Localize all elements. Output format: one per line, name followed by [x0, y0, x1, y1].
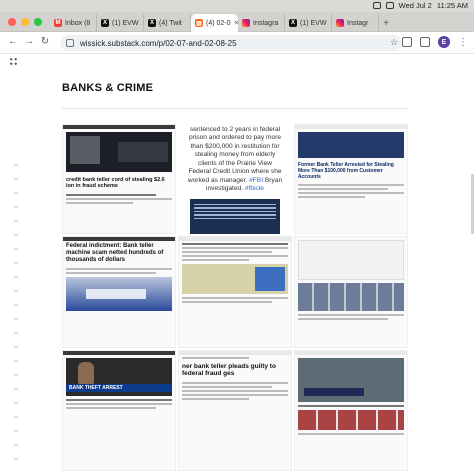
macos-menubar: Wed Jul 2 11:25 AM — [0, 0, 474, 12]
url-text[interactable]: wissick.substack.com/p/02-07-and-02-08-2… — [80, 39, 237, 48]
more-menu-icon[interactable]: ⋮ — [458, 37, 468, 48]
ad-banner — [182, 264, 288, 294]
tab-label: (1) EVW — [300, 19, 327, 27]
extensions-icon[interactable] — [402, 37, 412, 47]
menubar-time[interactable]: 11:25 AM — [437, 1, 468, 10]
suspect-photo — [78, 362, 94, 384]
clipping-pleads-guilty[interactable]: ner bank teller pleads guilty to federal… — [178, 350, 292, 471]
news-banner: BANK THEFT ARREST — [66, 384, 172, 392]
tab-x-twitter[interactable]: X (4) Twit — [144, 14, 191, 32]
site-info-icon[interactable] — [66, 39, 74, 47]
tab-gmail-inbox[interactable]: M Inbox (8 — [50, 14, 97, 32]
forward-arrow-icon[interactable]: → — [22, 36, 36, 47]
video-thumbnails — [298, 283, 404, 311]
clipping-credit-bank-teller[interactable]: credit bank teller cord of stealing $2.6… — [62, 124, 176, 234]
text-card-body: sentenced to 2 years in federal prison a… — [187, 126, 283, 193]
clipping-bank-theft-arrest[interactable]: BANK THEFT ARREST — [62, 350, 176, 471]
tab-label: (1) EVW — [112, 19, 139, 27]
gmail-icon: M — [54, 19, 62, 27]
window-controls — [8, 18, 42, 26]
clipping-video-report[interactable] — [294, 350, 408, 471]
tab-instagram-2[interactable]: Instagr — [332, 14, 379, 32]
x-icon: X — [101, 19, 109, 27]
bank-building-photo — [66, 276, 172, 311]
clipping-headline: Federal indictment: Bank teller machine … — [66, 243, 164, 263]
page-content: BANKS & CRIME credit bank teller cord of… — [0, 54, 474, 471]
tab-label: Instagr — [347, 19, 369, 27]
profile-avatar[interactable]: E — [438, 36, 450, 48]
tab-label: (4) Twit — [159, 19, 182, 27]
menubar-date[interactable]: Wed Jul 2 — [399, 1, 432, 10]
tv-news-still: BANK THEFT ARREST — [66, 358, 172, 396]
wifi-icon[interactable] — [385, 2, 394, 9]
menubar-status: Wed Jul 2 11:25 AM — [372, 1, 468, 10]
back-arrow-icon[interactable]: ← — [6, 36, 20, 47]
tab-x-evw[interactable]: X (1) EVW — [97, 14, 144, 32]
address-bar[interactable]: wissick.substack.com/p/02-07-and-02-08-2… — [60, 35, 402, 51]
x-icon: X — [289, 19, 297, 27]
toolbar-right: E ⋮ — [402, 36, 468, 48]
substack-icon: ▤ — [195, 19, 203, 27]
tab-instagram[interactable]: Instagra — [238, 14, 285, 32]
bookmark-star-icon[interactable]: ☆ — [390, 37, 398, 48]
browser-tab-strip: M Inbox (8 X (1) EVW X (4) Twit ▤ (4) 02… — [0, 12, 474, 32]
minimize-window-button[interactable] — [21, 18, 29, 26]
clipping-news-article[interactable] — [178, 236, 292, 348]
embedded-tweet-image[interactable]: FBI — [190, 198, 280, 234]
sidepanel-icon[interactable] — [420, 37, 430, 47]
video-player[interactable] — [298, 358, 404, 402]
battery-icon[interactable] — [372, 2, 381, 9]
clipping-former-bank-teller[interactable]: Former Bank Teller Arrested for Stealing… — [294, 124, 408, 234]
title-divider — [62, 108, 408, 109]
fullscreen-window-button[interactable] — [34, 18, 42, 26]
related-video-thumbnails — [298, 410, 404, 430]
tab-x-evw-2[interactable]: X (1) EVW — [285, 14, 332, 32]
news-photo — [66, 132, 172, 172]
new-tab-button[interactable]: + — [379, 14, 393, 32]
clipping-court-document[interactable] — [294, 236, 408, 348]
clipping-federal-indictment[interactable]: Federal indictment: Bank teller machine … — [62, 236, 176, 348]
reload-icon[interactable]: ↻ — [38, 36, 52, 47]
close-window-button[interactable] — [8, 18, 16, 26]
tab-label: Instagra — [253, 19, 279, 27]
tab-substack-active[interactable]: ▤ (4) 02-0 ✕ — [191, 14, 238, 32]
text-card-credit-union: sentenced to 2 years in federal prison a… — [178, 124, 292, 234]
tab-label: Inbox (8 — [65, 19, 91, 27]
clipping-headline: credit bank teller cord of stealing $2.6… — [66, 177, 165, 190]
browser-toolbar: ← → ↻ wissick.substack.com/p/02-07-and-0… — [0, 32, 474, 54]
document-image — [298, 240, 404, 280]
x-icon: X — [148, 19, 156, 27]
tabs: M Inbox (8 X (1) EVW X (4) Twit ▤ (4) 02… — [50, 14, 468, 32]
site-header-photo — [298, 132, 404, 158]
page-title: BANKS & CRIME — [62, 82, 154, 94]
clipping-headline: Former Bank Teller Arrested for Stealing… — [298, 162, 394, 180]
clipping-collage: credit bank teller cord of stealing $2.6… — [62, 124, 408, 471]
clipping-headline: ner bank teller pleads guilty to federal… — [182, 363, 276, 378]
instagram-icon — [336, 19, 344, 27]
instagram-icon — [242, 19, 250, 27]
left-margin-marks — [14, 164, 18, 464]
apps-grid-icon[interactable] — [9, 57, 18, 66]
tab-label: (4) 02-0 — [206, 19, 231, 27]
